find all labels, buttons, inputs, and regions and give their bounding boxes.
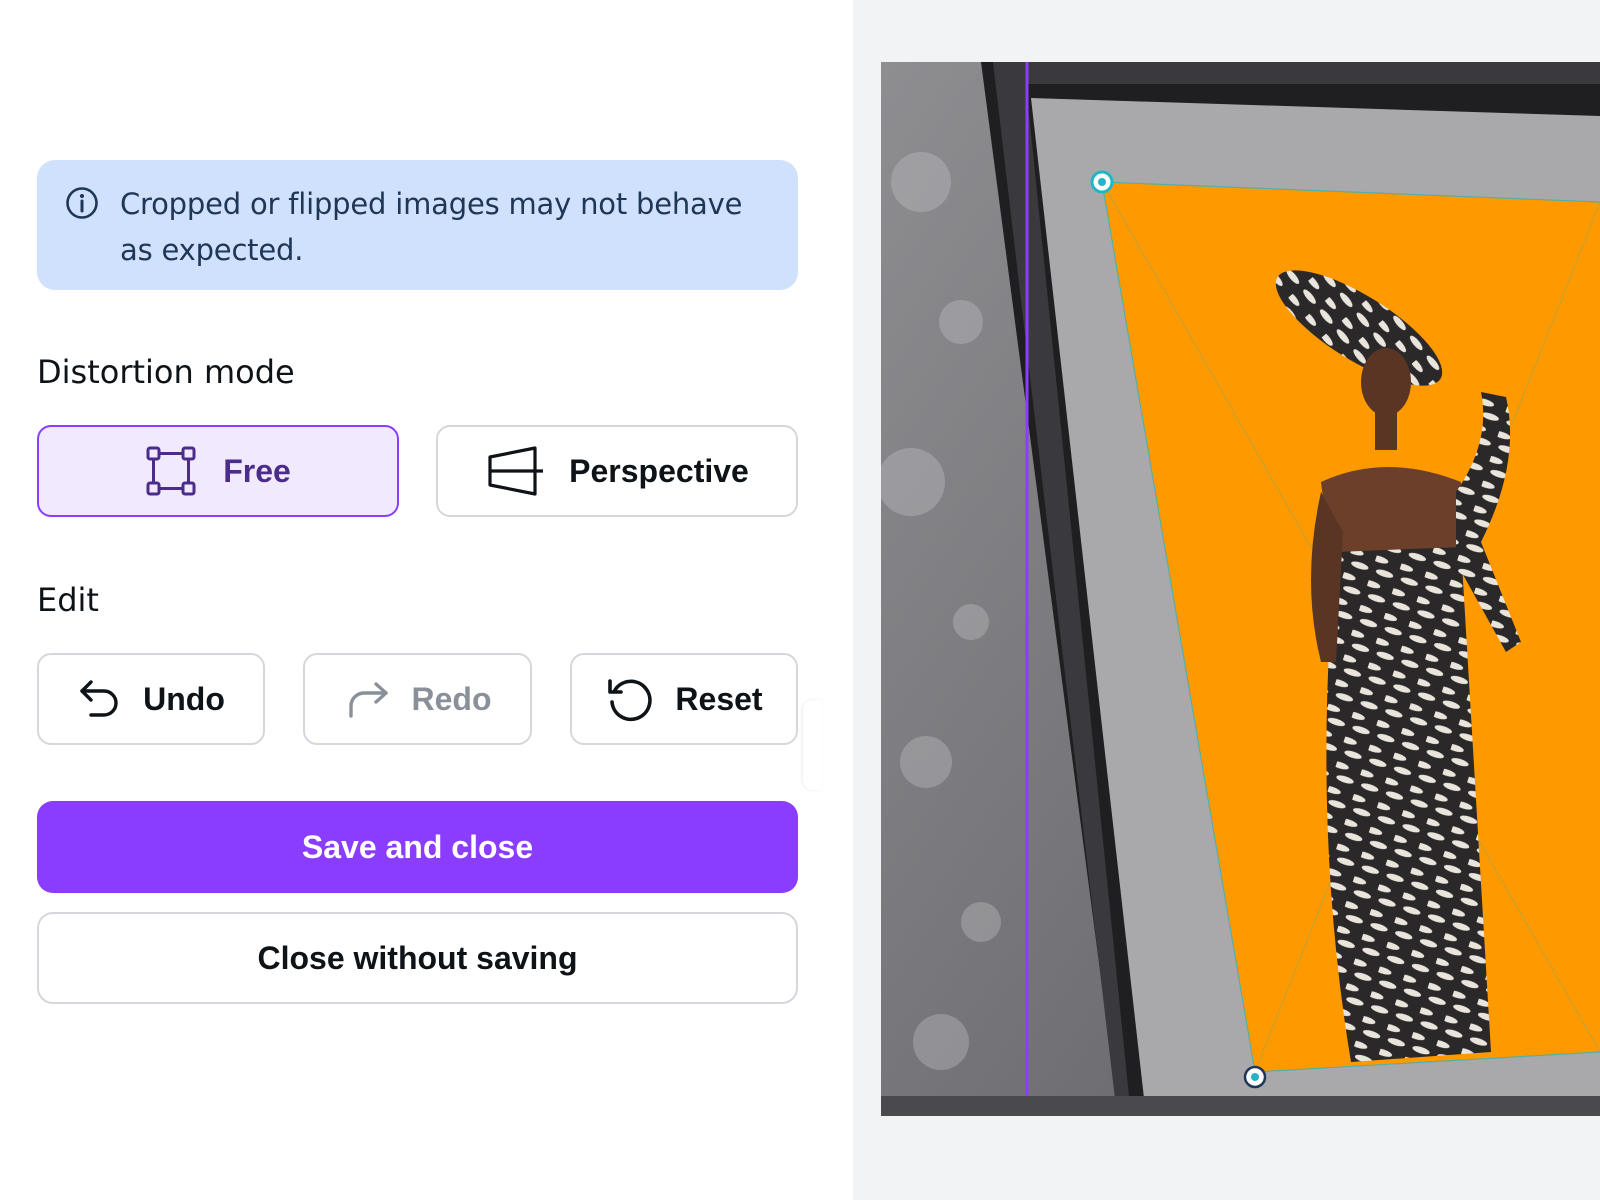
panel-collapse-handle[interactable] [803,700,823,790]
info-banner: Cropped or flipped images may not behave… [37,160,798,290]
reset-label: Reset [675,680,763,717]
reset-button[interactable]: Reset [570,653,798,745]
reset-icon [608,679,653,722]
distortion-mode-label: Distortion mode [37,353,295,391]
redo-label: Redo [411,680,492,717]
redo-icon [348,682,388,718]
info-icon [66,187,98,219]
perspective-mode-label: Perspective [569,452,749,489]
undo-icon [80,680,118,717]
perspective-icon [488,446,544,496]
image-canvas [881,62,1600,1116]
undo-label: Undo [143,680,225,717]
edit-label: Edit [37,581,99,619]
free-mode-button[interactable]: Free [37,425,399,517]
framed-photo-preview [881,62,1600,1116]
free-transform-icon [146,446,196,496]
free-mode-label: Free [223,452,291,489]
distort-panel: Cropped or flipped images may not behave… [0,0,853,1200]
redo-button[interactable]: Redo [303,653,532,745]
undo-button[interactable]: Undo [37,653,265,745]
info-message: Cropped or flipped images may not behave… [120,187,743,267]
perspective-mode-button[interactable]: Perspective [436,425,798,517]
corner-handle-bottom-left[interactable] [1243,1065,1267,1089]
save-and-close-button[interactable]: Save and close [37,801,798,893]
close-without-saving-button[interactable]: Close without saving [37,912,798,1004]
corner-handle-top-left[interactable] [1090,170,1114,194]
